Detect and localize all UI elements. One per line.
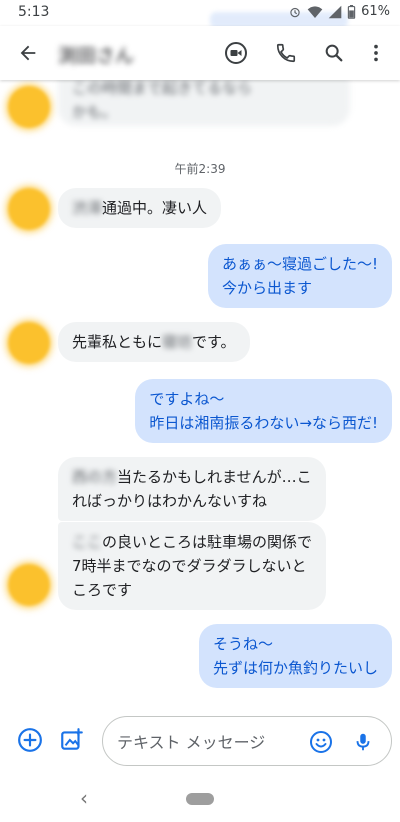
system-nav-bar: ‹ (0, 776, 400, 822)
video-call-icon (225, 42, 247, 64)
message-bubble-incoming[interactable]: 渋滞通過中。凄い人 (58, 188, 222, 228)
message-text: 今から出ます (221, 279, 312, 297)
message-bubble-outgoing[interactable]: そうね〜 先ずは何か魚釣りたいし (198, 624, 392, 688)
arrow-back-icon (20, 45, 36, 61)
message-text: かも。 (72, 103, 118, 121)
redacted-text: 渋滞 (72, 199, 103, 217)
alarm-icon (290, 7, 300, 17)
message-box[interactable] (102, 716, 392, 766)
emoji-button[interactable] (305, 726, 337, 758)
contact-avatar[interactable] (8, 564, 50, 606)
message-text: ですよね〜 (149, 390, 225, 408)
message-text: 通過中。凄い人 (102, 199, 208, 217)
contact-avatar[interactable] (8, 188, 50, 230)
more-options-button[interactable] (360, 37, 392, 69)
redacted-text: 西の方 (72, 468, 118, 486)
message-text: です。 (192, 333, 236, 351)
message-bubble-incoming[interactable]: ここの良いところは駐車場の関係で 7時半までなのでダラダラしないと ころです (58, 522, 327, 610)
message-text: 昨日は湘南振るわない→なら西だ! (149, 414, 378, 432)
voice-input-button[interactable] (347, 726, 379, 758)
search-button[interactable] (318, 37, 350, 69)
message-bubble-incoming[interactable]: 西の方当たるかもしれませんが…こ ればっかりはわかんないすね (58, 457, 326, 521)
message-text: 先ずは何か魚釣りたいし (212, 659, 378, 677)
message-bubble-outgoing[interactable]: ですよね〜 昨日は湘南振るわない→なら西だ! (135, 379, 392, 443)
video-call-button[interactable] (220, 37, 252, 69)
more-vert-icon (374, 44, 378, 62)
wifi-icon (307, 5, 323, 18)
signal-icon (328, 5, 342, 18)
nav-home-pill[interactable] (186, 793, 214, 805)
redacted-text: 寝坊 (162, 333, 193, 351)
message-bubble-incoming[interactable]: 先輩私ともに寝坊です。 (58, 322, 250, 362)
gallery-button[interactable] (56, 724, 88, 756)
redacted-text: ここ (72, 533, 103, 551)
message-text: の良いところは駐車場の関係で (102, 533, 313, 551)
contact-avatar[interactable] (8, 322, 50, 364)
status-icons: 61% (288, 4, 390, 19)
message-text: 当たるかもしれませんが…こ (117, 468, 312, 486)
message-text: 7時半までなのでダラダラしないと (72, 557, 307, 575)
back-button[interactable] (12, 37, 44, 69)
call-button[interactable] (270, 37, 302, 69)
message-bubble-incoming[interactable]: この時間まで起きてるなら かも。 (58, 80, 350, 126)
timestamp: 午前2:39 (174, 162, 226, 176)
mic-icon (356, 733, 370, 751)
message-text: この時間まで起きてるなら (72, 80, 253, 97)
message-text: あぁぁ〜寝過ごした〜! (221, 255, 378, 273)
status-time: 5:13 (18, 4, 50, 20)
composer (0, 704, 400, 776)
status-bar: 5:13 61% (0, 0, 400, 28)
battery-icon (347, 4, 356, 19)
gallery-icon (61, 728, 83, 750)
add-circle-icon (18, 728, 42, 752)
search-icon (325, 44, 343, 62)
contact-name[interactable]: 渕田さん (58, 41, 134, 68)
app-bar: 渕田さん (0, 26, 400, 80)
message-input[interactable] (117, 729, 297, 755)
conversation[interactable]: この時間まで起きてるなら かも。 午前2:39 渋滞通過中。凄い人 あぁぁ〜寝過… (0, 80, 400, 704)
phone-icon (276, 43, 296, 63)
message-text: ればっかりはわかんないすね (72, 492, 268, 510)
message-bubble-outgoing[interactable]: あぁぁ〜寝過ごした〜! 今から出ます (207, 244, 392, 308)
contact-avatar[interactable] (8, 86, 50, 128)
message-text: 先輩私ともに (72, 333, 163, 351)
message-text: そうね〜 (212, 635, 273, 653)
emoji-icon (310, 731, 332, 753)
nav-back-icon[interactable]: ‹ (80, 786, 88, 810)
message-text: ころです (72, 581, 133, 599)
battery-percent: 61% (361, 4, 390, 19)
add-attachment-button[interactable] (14, 724, 46, 756)
